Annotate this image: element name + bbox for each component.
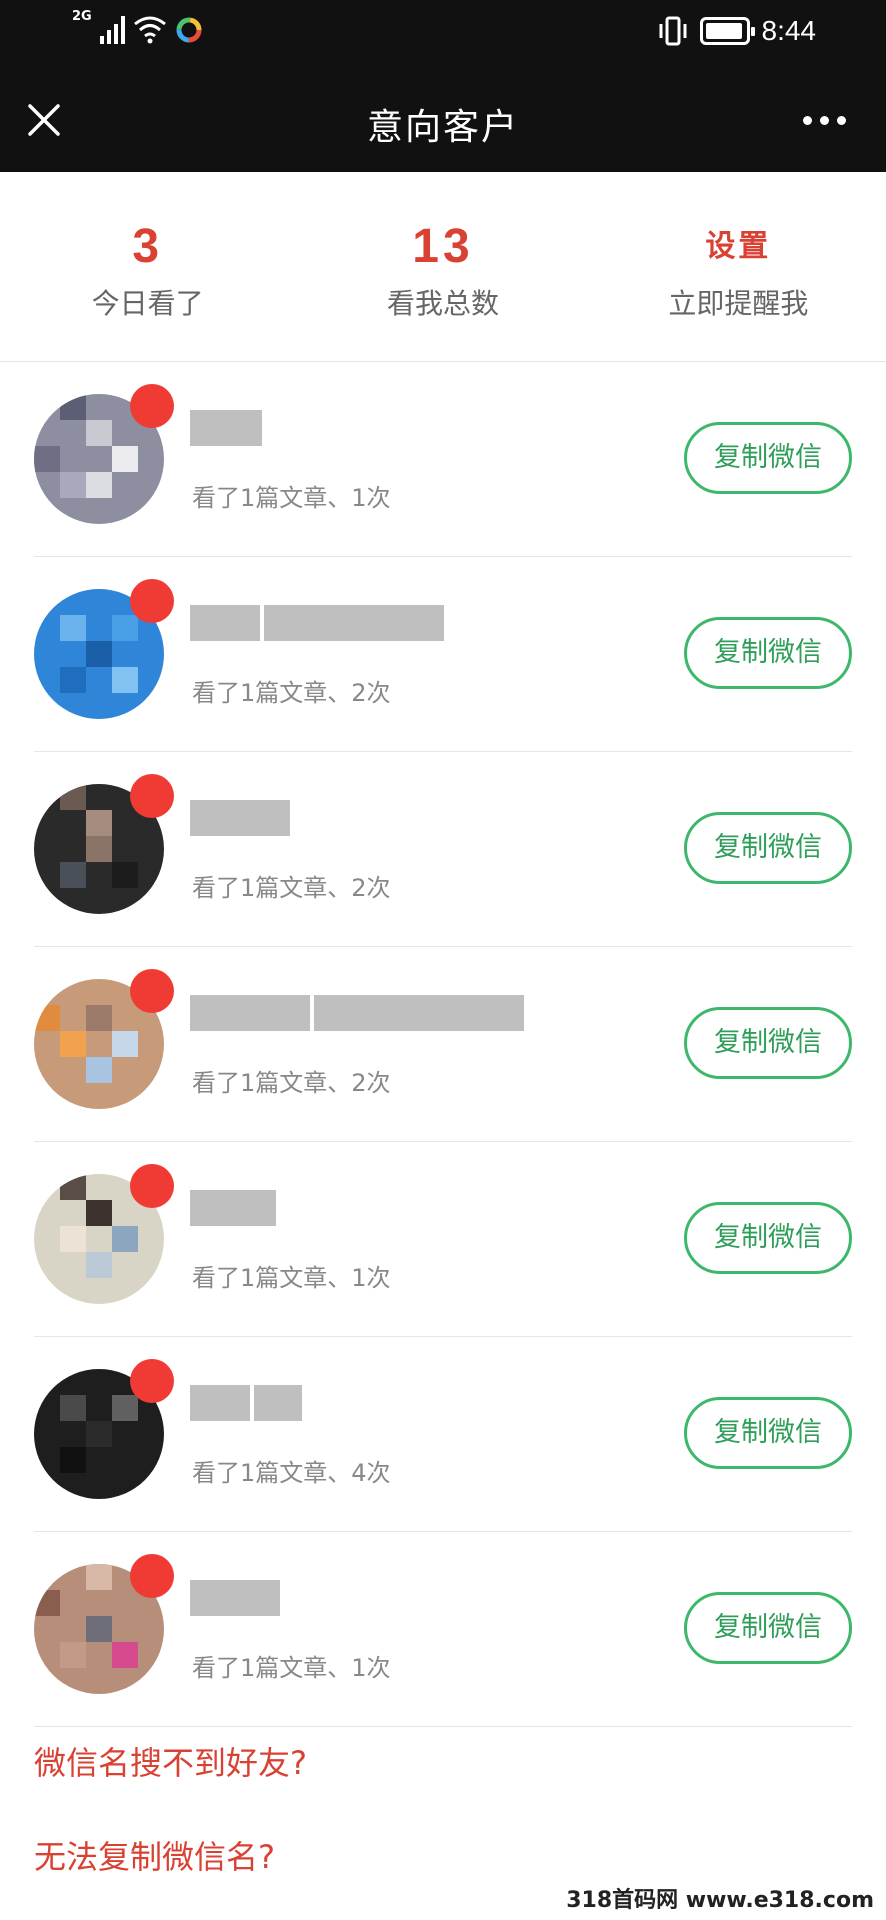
blurred-name xyxy=(190,995,524,1031)
list-item: 看了1篇文章、1次 复制微信 xyxy=(34,362,852,557)
stat-today-value: 3 xyxy=(132,220,164,273)
stat-today-viewed: 3 今日看了 xyxy=(0,172,295,361)
title-bar: 意向客户 xyxy=(0,68,886,172)
view-count: 看了1篇文章、2次 xyxy=(192,1069,391,1097)
blurred-name xyxy=(190,1190,276,1226)
view-count: 看了1篇文章、4次 xyxy=(192,1459,391,1487)
help-link-copy-name[interactable]: 无法复制微信名? xyxy=(34,1834,307,1880)
copy-wechat-button[interactable]: 复制微信 xyxy=(684,1007,852,1079)
view-count: 看了1篇文章、2次 xyxy=(192,874,391,902)
more-icon[interactable] xyxy=(803,116,846,125)
view-count: 看了1篇文章、1次 xyxy=(192,1264,391,1292)
clock: 8:44 xyxy=(761,15,817,46)
blurred-name xyxy=(190,605,444,641)
vibrate-icon xyxy=(659,16,686,46)
blurred-name xyxy=(190,800,290,836)
signal-icon xyxy=(99,16,125,44)
customer-list: 看了1篇文章、1次 复制微信 看了1篇文章、2次 复制微信 看了1篇文章、2次 … xyxy=(0,362,886,1727)
view-count: 看了1篇文章、2次 xyxy=(192,679,391,707)
view-count: 看了1篇文章、1次 xyxy=(192,484,391,512)
copy-wechat-button[interactable]: 复制微信 xyxy=(684,422,852,494)
stats-panel: 3 今日看了 13 看我总数 设置 立即提醒我 xyxy=(0,172,886,362)
list-item: 看了1篇文章、1次 复制微信 xyxy=(34,1142,852,1337)
status-right: 8:44 xyxy=(658,14,817,48)
battery-icon xyxy=(699,17,755,45)
unread-badge xyxy=(130,1554,174,1598)
unread-badge xyxy=(130,1164,174,1208)
help-links: 微信名搜不到好友? 无法复制微信名? xyxy=(34,1740,307,1880)
watermark: 318首码网 www.e318.com xyxy=(560,1880,880,1916)
copy-wechat-button[interactable]: 复制微信 xyxy=(684,1592,852,1664)
wifi-icon xyxy=(133,16,166,44)
unread-badge xyxy=(130,384,174,428)
remind-label: 立即提醒我 xyxy=(668,287,809,320)
list-item: 看了1篇文章、1次 复制微信 xyxy=(34,1532,852,1727)
status-bar: 2G 8:44 xyxy=(0,0,886,68)
unread-badge xyxy=(130,774,174,818)
sync-icon xyxy=(176,17,202,43)
stat-total-label: 看我总数 xyxy=(386,287,499,320)
stat-today-label: 今日看了 xyxy=(91,287,204,320)
list-item: 看了1篇文章、2次 复制微信 xyxy=(34,947,852,1142)
unread-badge xyxy=(130,1359,174,1403)
status-left: 2G xyxy=(72,9,203,44)
stat-total-value: 13 xyxy=(412,220,474,273)
unread-badge xyxy=(130,579,174,623)
network-type: 2G xyxy=(72,9,92,24)
settings-link[interactable]: 设置 xyxy=(591,222,886,272)
unread-badge xyxy=(130,969,174,1013)
list-item: 看了1篇文章、2次 复制微信 xyxy=(34,752,852,947)
help-link-search-friend[interactable]: 微信名搜不到好友? xyxy=(34,1740,307,1786)
view-count: 看了1篇文章、1次 xyxy=(192,1654,391,1682)
blurred-name xyxy=(190,410,262,446)
list-item: 看了1篇文章、4次 复制微信 xyxy=(34,1337,852,1532)
copy-wechat-button[interactable]: 复制微信 xyxy=(684,812,852,884)
stat-total-viewed: 13 看我总数 xyxy=(295,172,590,361)
page-title: 意向客户 xyxy=(366,107,519,148)
blurred-name xyxy=(190,1580,280,1616)
copy-wechat-button[interactable]: 复制微信 xyxy=(684,617,852,689)
copy-wechat-button[interactable]: 复制微信 xyxy=(684,1202,852,1274)
stat-remind-settings[interactable]: 设置 立即提醒我 xyxy=(591,172,886,361)
copy-wechat-button[interactable]: 复制微信 xyxy=(684,1397,852,1469)
blurred-name xyxy=(190,1385,302,1421)
list-item: 看了1篇文章、2次 复制微信 xyxy=(34,557,852,752)
